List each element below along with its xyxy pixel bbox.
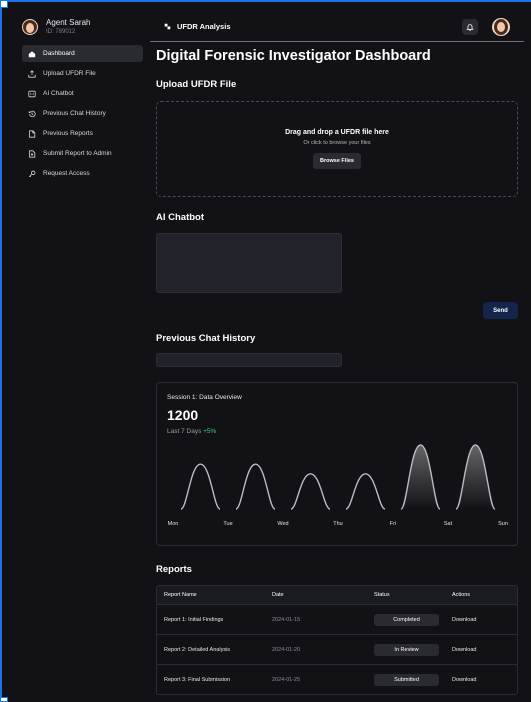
- table-row: Report 3: Final Submission 2024-01-25 Su…: [157, 665, 517, 694]
- report-date: 2024-01-15: [272, 616, 301, 623]
- dropzone-subtext: Or click to browse your files: [303, 140, 371, 146]
- x-tick-label: Mon: [168, 521, 179, 527]
- key-icon: [28, 170, 36, 177]
- sidebar: Agent Sarah ID: 789012 Dashboard Upload …: [12, 12, 148, 702]
- x-tick-label: Thu: [333, 521, 342, 527]
- page-title: Digital Forensic Investigator Dashboard: [156, 48, 431, 64]
- status-badge: In Review: [374, 643, 439, 656]
- sidebar-item-previous-reports[interactable]: Previous Reports: [22, 125, 143, 142]
- chart-series-line: [290, 473, 331, 510]
- sidebar-item-dashboard[interactable]: Dashboard: [22, 45, 143, 62]
- top-bar: UFDR Analysis: [150, 12, 524, 42]
- x-tick-label: Tue: [223, 521, 232, 527]
- logo-icon: [164, 23, 171, 30]
- avatar: [22, 18, 38, 35]
- bell-icon: [466, 23, 474, 31]
- app-brand[interactable]: UFDR Analysis: [164, 22, 231, 31]
- download-link[interactable]: Download: [452, 665, 476, 694]
- home-icon: [28, 50, 36, 57]
- resize-handle-bottom-left[interactable]: [0, 697, 8, 702]
- sidebar-item-previous-chat-history[interactable]: Previous Chat History: [22, 105, 143, 122]
- sidebar-item-label: Dashboard: [43, 50, 75, 57]
- upload-icon: [28, 69, 36, 78]
- chatbot-section-title: AI Chatbot: [156, 212, 205, 223]
- table-header: Report Name Date Status Actions: [157, 586, 517, 605]
- sidebar-item-label: Request Access: [43, 170, 90, 177]
- status-badge: Submitted: [374, 674, 439, 686]
- reports-table: Report Name Date Status Actions Report 1…: [156, 585, 518, 695]
- session-chart-card[interactable]: Session 1: Data Overview 1200 Last 7 Day…: [156, 382, 518, 546]
- resize-handle-top-left[interactable]: [0, 0, 8, 8]
- sidebar-item-label: AI Chatbot: [43, 90, 74, 97]
- history-search-input[interactable]: [156, 353, 342, 367]
- column-header: Report Name: [164, 592, 197, 598]
- history-section-title: Previous Chat History: [156, 333, 256, 344]
- chart-series-line: [235, 463, 276, 510]
- x-tick-label: Wed: [277, 521, 288, 527]
- session-line-chart: Mon Tue Wed Thu Fri Sat Sun: [168, 444, 508, 527]
- chart-area-highlight: [456, 445, 495, 509]
- table-row: Report 2: Detailed Analysis 2024-01-20 I…: [157, 635, 517, 665]
- user-id: ID: 789012: [46, 29, 76, 35]
- sidebar-item-ai-chatbot[interactable]: AI Chatbot: [22, 85, 143, 102]
- history-icon: [28, 110, 36, 117]
- status-cell: Submitted: [374, 665, 439, 694]
- status-cell: Completed: [374, 605, 439, 634]
- chart-series-line: [180, 463, 221, 510]
- chart-series-line: [345, 473, 386, 510]
- bot-icon: [28, 90, 36, 97]
- status-badge: Completed: [374, 613, 439, 626]
- sidebar-item-label: Previous Reports: [43, 130, 93, 137]
- x-tick-label: Sun: [498, 521, 508, 527]
- column-header: Date: [272, 592, 284, 598]
- sidebar-nav: Dashboard Upload UFDR File AI Chatbot Pr…: [12, 45, 148, 182]
- notifications-button[interactable]: [462, 18, 478, 35]
- app-title: UFDR Analysis: [177, 22, 231, 31]
- upload-section-title: Upload UFDR File: [156, 79, 237, 90]
- download-link[interactable]: Download: [452, 605, 476, 634]
- x-tick-label: Fri: [390, 521, 396, 527]
- file-dropzone[interactable]: Drag and drop a UFDR file here Or click …: [156, 101, 518, 197]
- table-row: Report 1: Initial Findings 2024-01-15 Co…: [157, 605, 517, 635]
- sidebar-item-label: Upload UFDR File: [43, 70, 96, 77]
- avatar[interactable]: [492, 17, 510, 36]
- x-tick-label: Sat: [444, 521, 453, 527]
- report-name: Report 3: Final Submission: [164, 677, 231, 683]
- column-header: Status: [374, 592, 390, 598]
- browse-files-button[interactable]: Browse Files: [313, 153, 361, 169]
- sidebar-item-request-access[interactable]: Request Access: [22, 165, 143, 182]
- chat-input[interactable]: [156, 233, 342, 293]
- user-name: Agent Sarah: [46, 18, 91, 27]
- dropzone-title: Drag and drop a UFDR file here: [285, 129, 389, 136]
- sidebar-item-label: Submit Report to Admin: [43, 150, 112, 157]
- report-name: Report 2: Detailed Analysis: [164, 646, 231, 653]
- send-button[interactable]: Send: [483, 302, 518, 319]
- document-icon: [29, 129, 36, 138]
- column-header: Actions: [452, 592, 471, 598]
- status-cell: In Review: [374, 635, 439, 664]
- report-name: Report 1: Initial Findings: [164, 616, 224, 623]
- user-profile[interactable]: Agent Sarah ID: 789012: [12, 12, 148, 41]
- sidebar-item-submit-report-to-admin[interactable]: Submit Report to Admin: [22, 145, 143, 162]
- sidebar-item-upload-ufdr-file[interactable]: Upload UFDR File: [22, 65, 143, 82]
- submit-document-icon: [29, 149, 36, 158]
- reports-section-title: Reports: [156, 564, 192, 575]
- sidebar-item-label: Previous Chat History: [43, 110, 106, 117]
- report-date: 2024-01-20: [272, 646, 301, 653]
- download-link[interactable]: Download: [452, 635, 476, 664]
- report-date: 2024-01-25: [272, 677, 301, 683]
- chart-area-highlight: [401, 445, 440, 509]
